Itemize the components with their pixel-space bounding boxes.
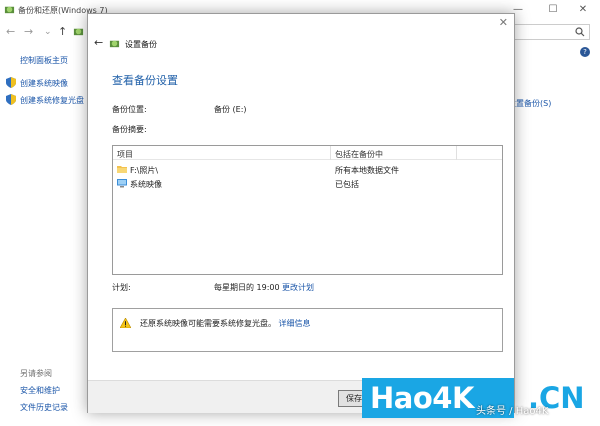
back-arrow-icon[interactable]: ← [6,24,15,40]
table-row[interactable]: F:\照片\ 所有本地数据文件 [113,163,502,176]
warning-icon [120,318,131,328]
more-info-link[interactable]: 详细信息 [279,319,311,328]
table-cell-item: F:\照片\ [130,166,159,175]
sidebar-item-create-system-image[interactable]: 创建系统映像 [20,78,68,89]
column-divider[interactable] [330,146,331,160]
up-arrow-icon[interactable]: ↑ [58,24,67,40]
backup-summary-label: 备份摘要: [112,125,147,134]
folder-icon [117,166,127,173]
column-header-item[interactable]: 项目 [117,149,133,160]
backup-summary-table: 项目 包括在备份中 F:\照片\ 所有本地数据文件 系统映像 已包括 [112,145,503,275]
warning-text: 还原系统映像可能需要系统修复光盘。 [140,319,276,328]
watermark-subtitle: 头条号 / Hao4K [476,406,549,417]
close-button[interactable]: ✕ [568,2,598,18]
dialog-back-arrow-icon[interactable]: ← [94,37,103,49]
backup-app-icon [109,40,120,48]
schedule-value: 每星期日的 19:00 [214,283,280,292]
shield-icon [6,94,16,105]
change-schedule-link[interactable]: 更改计划 [282,282,314,293]
recent-locations-icon[interactable]: ⌄ [44,24,52,40]
search-icon[interactable] [575,27,585,37]
control-panel-home-link[interactable]: 控制面板主页 [20,55,68,66]
backup-location-label: 备份位置: [112,105,147,114]
table-cell-included: 所有本地数据文件 [335,166,399,175]
dialog-title: 设置备份 [125,40,157,49]
backup-location-value: 备份 (E:) [214,105,247,114]
warning-message: 还原系统映像可能需要系统修复光盘。 详细信息 [140,318,311,329]
column-header-included[interactable]: 包括在备份中 [335,149,383,160]
dialog-close-button[interactable]: ✕ [499,16,508,30]
shield-icon [6,77,16,88]
monitor-icon [117,179,127,188]
table-cell-item: 系统映像 [130,180,162,189]
maximize-button[interactable]: ☐ [538,2,568,18]
address-bar-icon [73,28,84,36]
forward-arrow-icon[interactable]: → [24,24,33,40]
schedule-label: 计划: [112,283,131,292]
security-maintenance-link[interactable]: 安全和维护 [20,385,60,396]
see-also-heading: 另请参阅 [20,369,52,378]
table-cell-included: 已包括 [335,180,359,189]
warning-panel: 还原系统映像可能需要系统修复光盘。 详细信息 [112,308,503,352]
watermark-brand: Hao4K [370,381,474,415]
setup-backup-dialog: ✕ ← 设置备份 查看备份设置 备份位置: 备份 (E:) 备份摘要: 项目 包… [87,13,515,413]
backup-app-icon [4,6,15,14]
table-row[interactable]: 系统映像 已包括 [113,177,502,190]
sidebar-item-create-repair-disc[interactable]: 创建系统修复光盘 [20,95,84,106]
help-icon[interactable]: ? [580,47,590,57]
table-header: 项目 包括在备份中 [113,146,502,160]
page-heading: 查看备份设置 [112,74,178,87]
column-divider[interactable] [456,146,457,160]
file-history-link[interactable]: 文件历史记录 [20,402,68,413]
